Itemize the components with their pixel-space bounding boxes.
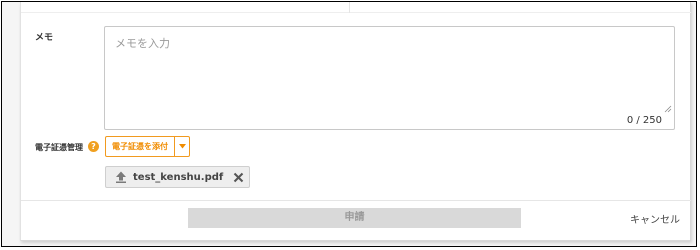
resize-grip-icon[interactable] <box>664 105 672 113</box>
memo-label: メモ <box>35 33 54 43</box>
column-divider <box>349 2 350 13</box>
submit-button[interactable]: 申請 <box>188 208 521 228</box>
memo-field[interactable]: 0 / 250 <box>104 26 675 130</box>
memo-textarea[interactable] <box>105 27 674 115</box>
upload-arrow-icon <box>116 171 126 183</box>
certificate-label: 電子証憑管理 <box>35 143 83 152</box>
cancel-button[interactable]: キャンセル <box>630 211 680 226</box>
attach-menu-toggle[interactable] <box>175 137 189 156</box>
attach-certificate-button[interactable]: 電子証憑を添付 <box>106 137 174 156</box>
memo-char-counter: 0 / 250 <box>626 115 662 126</box>
question-circle-icon[interactable]: ? <box>88 141 99 152</box>
top-divider <box>21 12 691 13</box>
close-icon[interactable] <box>233 172 244 183</box>
application-form-panel: メモ 0 / 250 電子証憑管理 ? 電子証憑を添付 <box>20 2 691 241</box>
screenshot-frame: メモ 0 / 250 電子証憑管理 ? 電子証憑を添付 <box>1 1 697 247</box>
attached-file-chip: test_kenshu.pdf <box>105 166 250 188</box>
footer-divider <box>21 200 691 201</box>
attached-file-name[interactable]: test_kenshu.pdf <box>133 172 223 183</box>
attach-certificate-button-group: 電子証憑を添付 <box>105 136 190 157</box>
caret-down-icon <box>178 144 186 149</box>
